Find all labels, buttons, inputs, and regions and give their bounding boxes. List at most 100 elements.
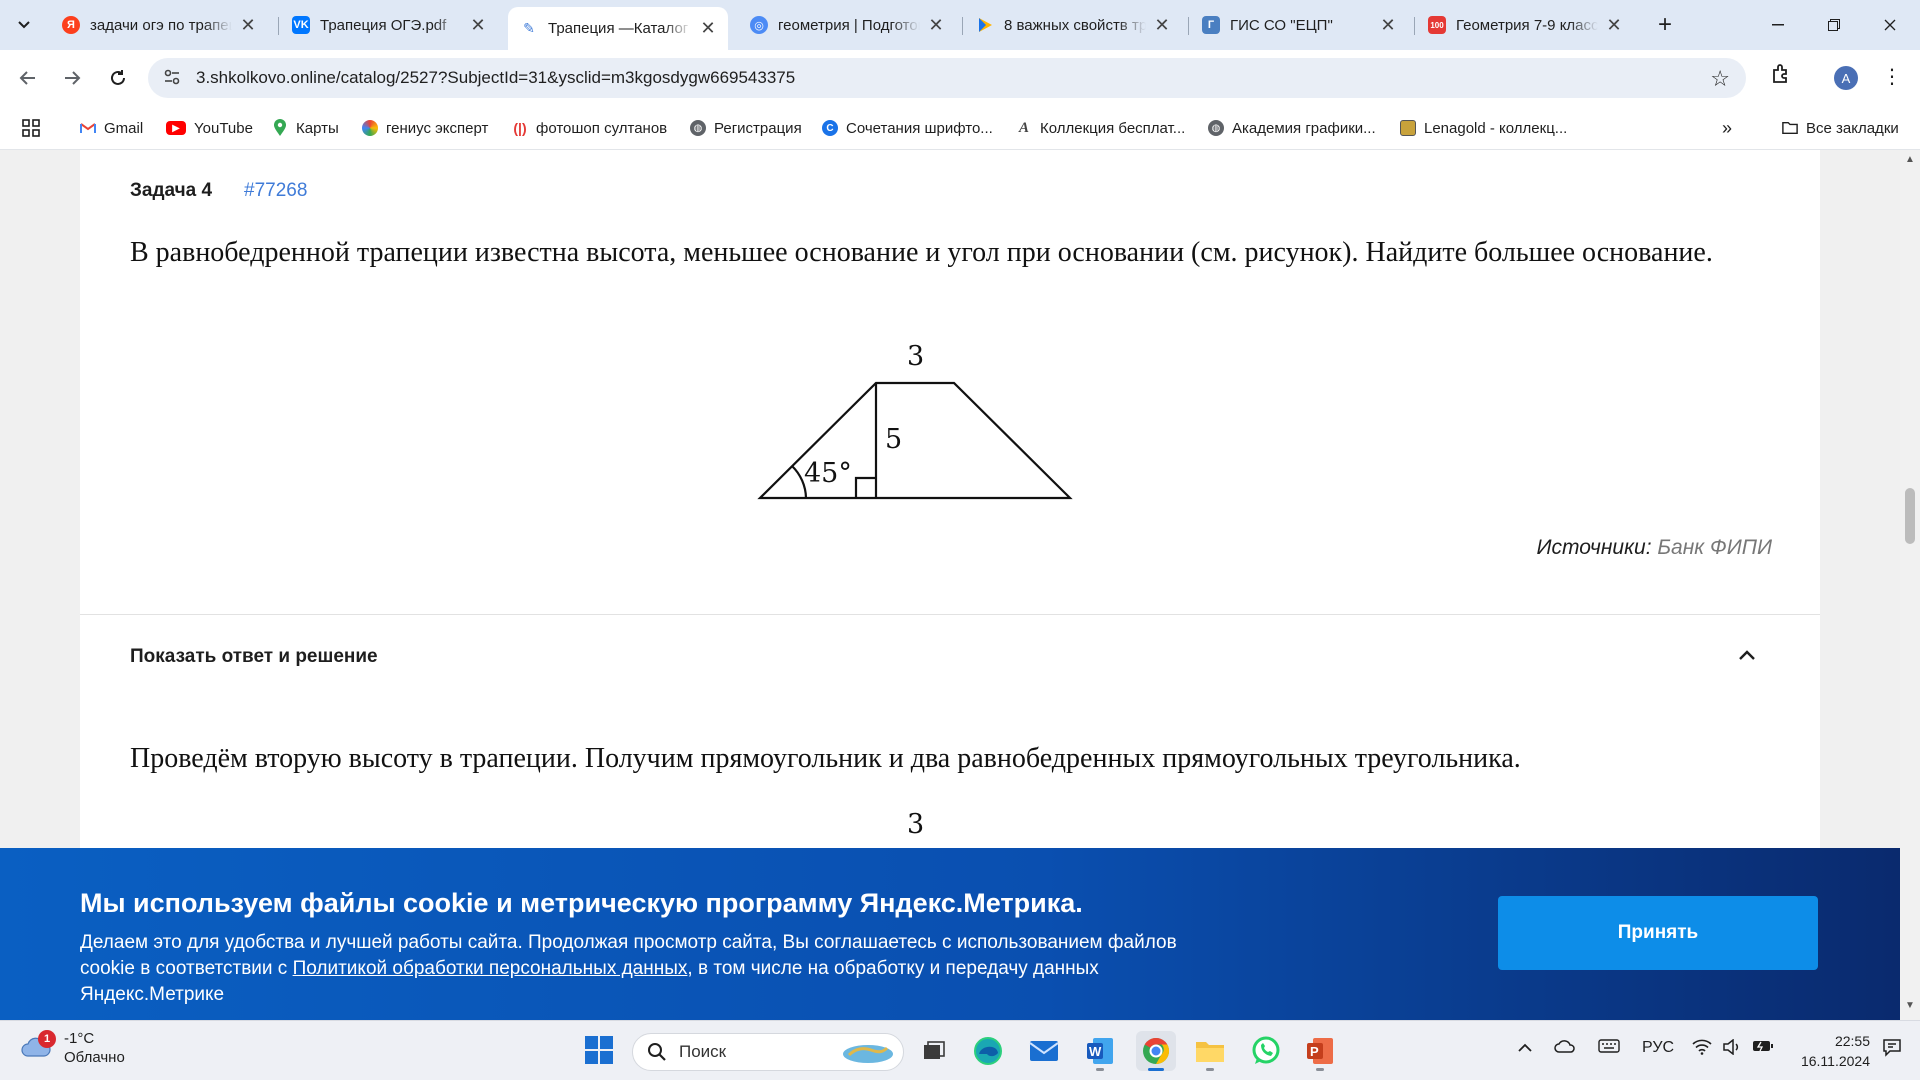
taskbar-app-word[interactable]: W: [1080, 1031, 1120, 1071]
taskbar-app-whatsapp[interactable]: [1246, 1031, 1286, 1071]
new-tab-button[interactable]: +: [1651, 12, 1679, 40]
language-indicator[interactable]: РУС: [1642, 1039, 1674, 1057]
yandex-icon: Я: [62, 16, 80, 34]
cookie-title: Мы используем файлы cookie и метрическую…: [80, 888, 1083, 918]
profile-avatar[interactable]: A: [1834, 66, 1858, 90]
notifications-icon[interactable]: [1882, 1037, 1902, 1062]
whatsapp-icon: [1252, 1036, 1280, 1064]
weather-widget[interactable]: 1 -1°C Облачно: [20, 1029, 125, 1067]
start-button[interactable]: [584, 1035, 616, 1067]
tab-pdf[interactable]: VK Трапеция ОГЭ.pdf ✕: [280, 7, 498, 43]
show-solution-toggle[interactable]: Показать ответ и решение: [130, 646, 378, 668]
close-icon: [1884, 19, 1896, 31]
url-input[interactable]: [196, 58, 1646, 98]
scroll-down-icon[interactable]: ▼: [1900, 1000, 1920, 1016]
tab-catalog[interactable]: ✎ Трапеция —Каталог ✕: [508, 7, 728, 50]
tab-geometry[interactable]: ◎ геометрия | Подготовка ✕: [738, 7, 956, 43]
extensions-icon[interactable]: [1766, 62, 1796, 92]
taskbar-app-edge[interactable]: [968, 1031, 1008, 1071]
tab-geometry-7-9[interactable]: 100 Геометрия 7-9 класс ✕: [1416, 7, 1634, 43]
bookmark-gmail[interactable]: Gmail: [80, 117, 143, 139]
bookmark-youtube[interactable]: ▶ YouTube: [166, 117, 253, 139]
weather-desc: Облачно: [64, 1049, 125, 1066]
taskbar-app-powerpoint[interactable]: P: [1300, 1031, 1340, 1071]
svg-text:P: P: [1310, 1044, 1319, 1059]
bookmark-lenagold[interactable]: Lenagold - коллекц...: [1400, 117, 1567, 139]
bookmark-registration[interactable]: ◍ Регистрация: [690, 117, 802, 139]
address-bar[interactable]: ☆: [148, 58, 1746, 98]
volume-icon[interactable]: [1722, 1038, 1742, 1060]
onedrive-icon[interactable]: [1554, 1039, 1576, 1058]
tab-gis[interactable]: Г ГИС СО "ЕЦП" ✕: [1190, 7, 1408, 43]
chevron-down-icon: [18, 21, 30, 29]
all-bookmarks-button[interactable]: Все закладки: [1782, 117, 1899, 139]
problem-text: В равнобедренной трапеции известна высот…: [130, 237, 1713, 268]
taskbar-app-taskview[interactable]: [914, 1031, 954, 1071]
running-indicator: [1096, 1068, 1104, 1071]
scroll-thumb[interactable]: [1905, 488, 1915, 544]
close-icon[interactable]: ✕: [238, 15, 258, 36]
scroll-up-icon[interactable]: ▲: [1900, 154, 1920, 170]
system-clock[interactable]: 22:55 16.11.2024: [1790, 1031, 1870, 1071]
chevron-up-icon[interactable]: [1732, 640, 1762, 670]
taskbar-app-mail[interactable]: [1024, 1031, 1064, 1071]
bookmark-maps[interactable]: Карты: [272, 117, 339, 139]
tab-title: ГИС СО "ЕЦП": [1230, 16, 1333, 34]
close-window-button[interactable]: [1862, 0, 1918, 50]
search-placeholder: Поиск: [679, 1042, 727, 1061]
tab-properties[interactable]: 8 важных свойств трапеции ✕: [964, 7, 1182, 43]
tab-title: 8 важных свойств трапеции: [1004, 16, 1146, 34]
bookmarks-bar: Gmail ▶ YouTube Карты гениус эксперт (|)…: [0, 106, 1920, 150]
globe-icon: ◎: [750, 16, 768, 34]
keyboard-icon[interactable]: [1598, 1039, 1620, 1058]
tab-search-button[interactable]: [8, 10, 40, 40]
bookmark-fonts-combo[interactable]: C Сочетания шрифто...: [822, 117, 993, 139]
bookmarks-overflow-icon[interactable]: »: [1722, 117, 1732, 139]
running-indicator: [1206, 1068, 1214, 1071]
accept-cookies-button[interactable]: Принять: [1498, 896, 1818, 970]
browser-menu-icon[interactable]: ⋮: [1880, 62, 1904, 92]
privacy-policy-link[interactable]: Политикой обработки персональных данных: [293, 958, 688, 979]
bookmark-genius[interactable]: гениус эксперт: [362, 117, 488, 139]
taskbar-search[interactable]: Поиск: [632, 1033, 904, 1071]
bookmark-graphics-academy[interactable]: ◍ Академия графики...: [1208, 117, 1376, 139]
source-link[interactable]: Банк ФИПИ: [1657, 536, 1772, 559]
weather-badge: 1: [38, 1030, 56, 1048]
close-icon[interactable]: ✕: [1152, 15, 1172, 36]
forward-button[interactable]: [56, 62, 88, 94]
close-icon[interactable]: ✕: [698, 18, 718, 39]
bookmark-font-collection[interactable]: A Коллекция бесплат...: [1016, 117, 1185, 139]
arrow-left-icon: [19, 71, 35, 85]
apps-grid-icon[interactable]: [22, 117, 40, 139]
taskbar-app-explorer[interactable]: [1190, 1031, 1230, 1071]
top-base-label: 3: [907, 341, 924, 372]
bookmark-star-icon[interactable]: ☆: [1710, 66, 1730, 92]
mail-icon: [1029, 1041, 1059, 1061]
bookmark-photoshop[interactable]: (|) фотошоп султанов: [512, 117, 667, 139]
close-icon[interactable]: ✕: [1378, 15, 1398, 36]
wifi-icon[interactable]: [1692, 1039, 1712, 1060]
close-icon[interactable]: ✕: [926, 15, 946, 36]
bookmark-label: YouTube: [194, 119, 253, 137]
close-icon[interactable]: ✕: [1604, 15, 1624, 36]
minimize-button[interactable]: [1750, 0, 1806, 50]
bookmark-label: Регистрация: [714, 119, 802, 137]
tray-overflow-icon[interactable]: [1518, 1039, 1532, 1057]
running-indicator: [1316, 1068, 1324, 1071]
page-scrollbar[interactable]: ▲ ▼: [1900, 150, 1920, 1020]
reload-button[interactable]: [102, 62, 134, 94]
task-heading: Задача 4: [130, 180, 213, 201]
solution-text: Проведём вторую высоту в трапеции. Получ…: [130, 743, 1521, 774]
site-settings-icon[interactable]: [162, 68, 182, 88]
restore-button[interactable]: [1806, 0, 1862, 50]
back-button[interactable]: [12, 62, 44, 94]
task-id-link[interactable]: #77268: [244, 180, 307, 202]
svg-text:W: W: [1089, 1044, 1102, 1059]
tab-separator: [962, 17, 963, 35]
battery-icon[interactable]: [1752, 1039, 1774, 1058]
bookmark-label: Lenagold - коллекц...: [1424, 119, 1568, 137]
folder-icon: [1196, 1042, 1224, 1062]
tab-yandex[interactable]: Я задачи огэ по трапеции ✕: [50, 7, 268, 43]
taskbar-app-chrome[interactable]: [1136, 1031, 1176, 1071]
close-icon[interactable]: ✕: [468, 15, 488, 36]
